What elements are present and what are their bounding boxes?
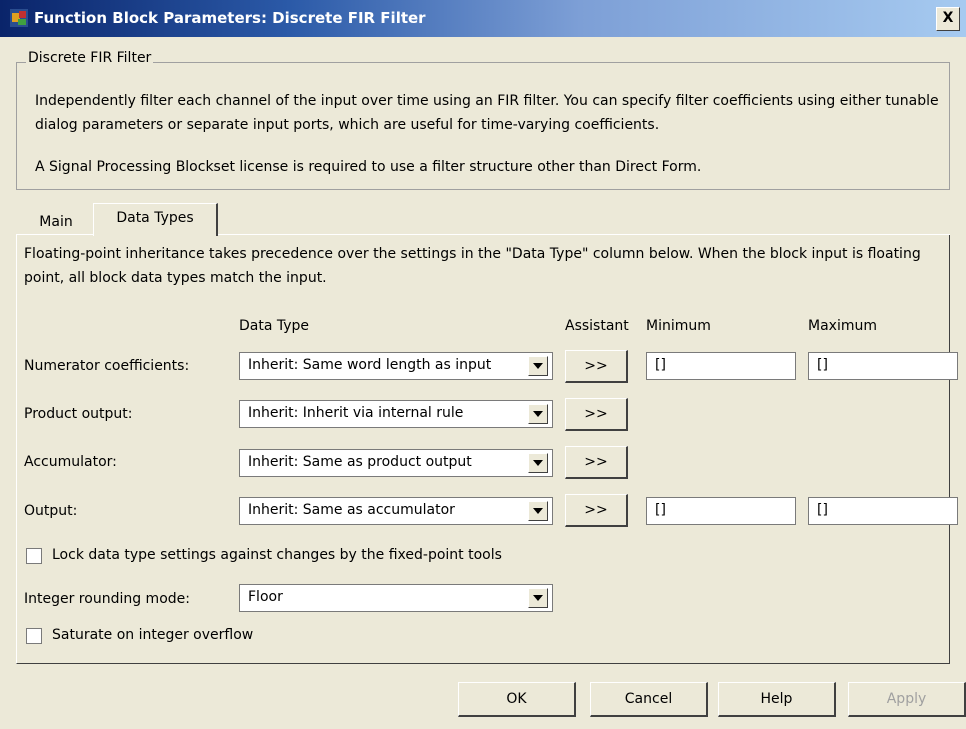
help-button[interactable]: Help — [718, 682, 836, 717]
product-output-assistant-button[interactable]: >> — [565, 398, 628, 431]
product-output-data-type-value: Inherit: Inherit via internal rule — [248, 405, 464, 421]
header-maximum: Maximum — [808, 318, 877, 334]
dropdown-arrow-icon[interactable] — [528, 501, 548, 521]
accumulator-assistant-button[interactable]: >> — [565, 446, 628, 479]
block-description: Independently filter each channel of the… — [35, 93, 939, 133]
simulink-block-icon — [10, 9, 28, 27]
numerator-maximum-value: [] — [817, 357, 828, 373]
rounding-mode-label: Integer rounding mode: — [24, 591, 190, 607]
saturate-overflow-checkbox[interactable] — [26, 628, 42, 644]
numerator-data-type-value: Inherit: Same word length as input — [248, 357, 492, 373]
numerator-minimum-value: [] — [655, 357, 666, 373]
accumulator-data-type-select[interactable]: Inherit: Same as product output — [239, 449, 553, 477]
numerator-minimum-field[interactable]: [] — [646, 352, 796, 380]
cancel-button[interactable]: Cancel — [590, 682, 708, 717]
dropdown-arrow-icon[interactable] — [528, 453, 548, 473]
output-minimum-field[interactable]: [] — [646, 497, 796, 525]
product-output-data-type-select[interactable]: Inherit: Inherit via internal rule — [239, 400, 553, 428]
output-maximum-value: [] — [817, 502, 828, 518]
header-assistant: Assistant — [565, 318, 629, 334]
dropdown-arrow-icon[interactable] — [528, 356, 548, 376]
rounding-mode-value: Floor — [248, 589, 283, 605]
tab-data-types[interactable]: Data Types — [93, 203, 218, 236]
output-assistant-button[interactable]: >> — [565, 494, 628, 527]
license-note: A Signal Processing Blockset license is … — [35, 159, 702, 175]
title-bar: Function Block Parameters: Discrete FIR … — [0, 0, 966, 37]
inheritance-info: Floating-point inheritance takes precede… — [24, 246, 921, 286]
header-data-type: Data Type — [239, 318, 310, 334]
numerator-assistant-button[interactable]: >> — [565, 350, 628, 383]
close-button[interactable]: X — [936, 7, 960, 31]
accumulator-label: Accumulator: — [24, 454, 117, 470]
output-minimum-value: [] — [655, 502, 666, 518]
output-label: Output: — [24, 503, 78, 519]
saturate-overflow-label: Saturate on integer overflow — [52, 627, 254, 643]
numerator-coefficients-label: Numerator coefficients: — [24, 358, 190, 374]
output-data-type-value: Inherit: Same as accumulator — [248, 502, 455, 518]
dropdown-arrow-icon[interactable] — [528, 404, 548, 424]
numerator-maximum-field[interactable]: [] — [808, 352, 958, 380]
numerator-data-type-select[interactable]: Inherit: Same word length as input — [239, 352, 553, 380]
ok-button[interactable]: OK — [458, 682, 576, 717]
rounding-mode-select[interactable]: Floor — [239, 584, 553, 612]
output-data-type-select[interactable]: Inherit: Same as accumulator — [239, 497, 553, 525]
output-maximum-field[interactable]: [] — [808, 497, 958, 525]
header-minimum: Minimum — [646, 318, 711, 334]
lock-data-type-label: Lock data type settings against changes … — [52, 547, 502, 563]
lock-data-type-checkbox[interactable] — [26, 548, 42, 564]
group-legend: Discrete FIR Filter — [26, 50, 154, 66]
dropdown-arrow-icon[interactable] — [528, 588, 548, 608]
window-title: Function Block Parameters: Discrete FIR … — [34, 9, 426, 27]
tab-main[interactable]: Main — [24, 209, 88, 235]
product-output-label: Product output: — [24, 406, 133, 422]
apply-button[interactable]: Apply — [848, 682, 966, 717]
accumulator-data-type-value: Inherit: Same as product output — [248, 454, 472, 470]
